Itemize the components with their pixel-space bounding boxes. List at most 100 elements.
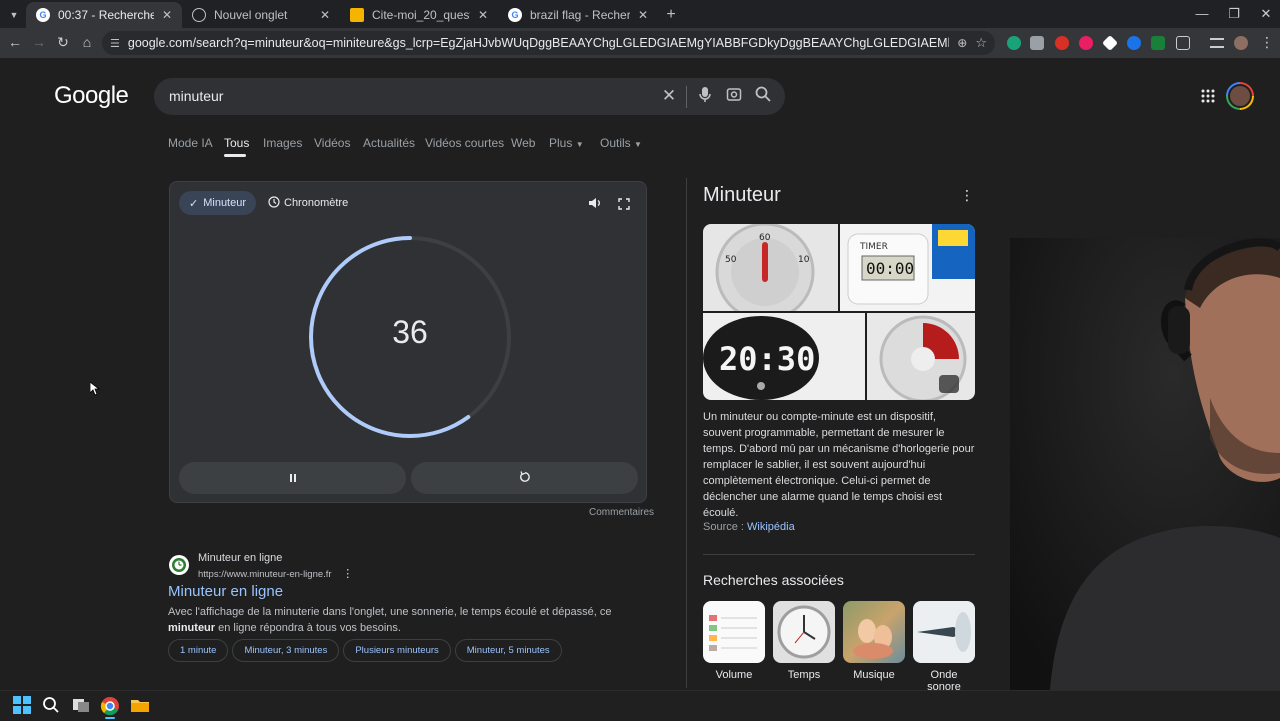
tab-images[interactable]: Images [263, 136, 302, 150]
sitelink-chip[interactable]: 1 minute [168, 639, 229, 662]
site-info-icon[interactable]: ☰ [110, 37, 120, 50]
slides-icon [350, 8, 364, 22]
related-item-onde-sonore[interactable]: Onde sonore [913, 601, 975, 693]
related-item-temps[interactable]: Temps [773, 601, 835, 681]
tab-plus-label: Plus [549, 136, 573, 150]
result-site-name[interactable]: Minuteur en ligne [198, 552, 282, 564]
clock-icon [268, 195, 280, 211]
timer-mode-chip[interactable]: ✓ Minuteur [179, 191, 257, 215]
profile-avatar-icon[interactable] [1234, 36, 1248, 50]
timer-widget: ✓ Minuteur Chronomètre 36 [169, 181, 647, 503]
close-icon[interactable]: ✕ [162, 8, 172, 22]
new-tab-button[interactable]: + [660, 2, 682, 28]
chrome-taskbar-icon[interactable] [100, 696, 120, 716]
search-box[interactable]: minuteur ✕ [154, 78, 785, 115]
extension-icon[interactable] [1151, 36, 1165, 50]
volume-icon[interactable] [588, 196, 602, 215]
related-thumb [773, 601, 835, 663]
search-icon[interactable] [753, 86, 773, 107]
google-logo[interactable]: Google [54, 82, 129, 110]
knowledge-panel-description: Un minuteur ou compte-minute est un disp… [703, 411, 975, 519]
media-controls-icon[interactable] [1210, 38, 1224, 48]
checkmark-icon: ✓ [189, 197, 199, 210]
result-title-link[interactable]: Minuteur en ligne [168, 583, 283, 600]
browser-tab-new[interactable]: Nouvel onglet ✕ [182, 2, 340, 28]
file-explorer-icon[interactable] [130, 696, 150, 716]
tab-outils[interactable]: Outils ▼ [600, 136, 642, 150]
extension-icon[interactable] [1030, 36, 1044, 50]
forward-icon[interactable]: → [30, 34, 48, 50]
tab-list-button[interactable]: ▼ [4, 2, 24, 28]
close-icon[interactable]: ✕ [638, 8, 648, 22]
sitelink-chip[interactable]: Minuteur, 5 minutes [454, 639, 562, 662]
more-options-icon[interactable]: ⋮ [342, 568, 353, 580]
home-icon[interactable]: ⌂ [78, 34, 96, 50]
extension-icon[interactable] [1055, 36, 1069, 50]
snippet-text: Avec l'affichage de la minuterie dans l'… [168, 606, 612, 618]
windows-start-icon[interactable] [13, 696, 33, 716]
knowledge-panel-images[interactable]: 60 50 10 00:00 TIMER 20:30 [703, 224, 975, 400]
image-led-timer[interactable]: 20:30 [703, 313, 865, 400]
more-options-icon[interactable]: ⋮ [960, 187, 974, 204]
apps-grid-icon[interactable] [1201, 89, 1215, 108]
extension-icon[interactable] [1102, 35, 1118, 51]
fullscreen-icon[interactable] [618, 197, 630, 215]
result-url[interactable]: https://www.minuteur-en-ligne.fr ⋮ [198, 567, 353, 580]
pause-button[interactable] [179, 462, 406, 494]
stopwatch-mode-chip[interactable]: Chronomètre [268, 191, 348, 215]
snippet-highlight: minuteur [168, 622, 216, 634]
image-kitchen-timer-white[interactable]: 60 50 10 [703, 224, 838, 311]
menu-kebab-icon[interactable]: ⋮ [1258, 34, 1276, 51]
taskbar-search-icon[interactable] [42, 696, 62, 716]
close-icon[interactable]: ✕ [320, 8, 330, 22]
extension-icon[interactable] [1127, 36, 1141, 50]
dropdown-arrow-icon: ▼ [575, 140, 584, 149]
google-favicon-icon: G [508, 8, 522, 22]
search-input[interactable]: minuteur [169, 88, 223, 104]
timer-ring: 36 [305, 232, 515, 442]
reload-icon[interactable]: ↻ [54, 34, 72, 51]
back-icon[interactable]: ← [6, 34, 24, 50]
tab-videos[interactable]: Vidéos [314, 136, 350, 150]
address-url[interactable]: google.com/search?q=minuteur&oq=miniteur… [128, 36, 949, 50]
extension-icon[interactable] [1007, 36, 1021, 50]
browser-tab-google-timer[interactable]: G 00:37 - Recherche Google ✕ [26, 2, 182, 28]
tab-web[interactable]: Web [511, 136, 535, 150]
tab-plus[interactable]: Plus ▼ [549, 136, 584, 150]
extension-icon[interactable] [1079, 36, 1093, 50]
tab-actualites[interactable]: Actualités [363, 136, 415, 150]
tab-tous[interactable]: Tous [224, 136, 249, 150]
feedback-link[interactable]: Commentaires [589, 507, 654, 518]
related-item-volume[interactable]: Volume [703, 601, 765, 681]
window-close-icon[interactable]: ✕ [1256, 6, 1276, 22]
related-searches-title: Recherches associées [703, 572, 844, 588]
address-bar[interactable]: ☰ google.com/search?q=minuteur&oq=minite… [102, 31, 995, 55]
svg-text:60: 60 [759, 233, 771, 243]
tab-videos-courtes[interactable]: Vidéos courtes [425, 136, 504, 150]
browser-tab-brazil[interactable]: G brazil flag - Recherche Google ✕ [498, 2, 658, 28]
sitelink-chip[interactable]: Minuteur, 3 minutes [232, 639, 340, 662]
source-link[interactable]: Wikipédia [747, 521, 795, 533]
image-red-dial-timer[interactable] [867, 313, 975, 400]
clear-icon[interactable]: ✕ [659, 86, 679, 106]
site-favicon[interactable] [169, 555, 189, 575]
knowledge-panel-source: Source : Wikipédia [703, 521, 795, 533]
result-url-text[interactable]: https://www.minuteur-en-ligne.fr [198, 569, 332, 580]
related-item-musique[interactable]: Musique [843, 601, 905, 681]
extensions-puzzle-icon[interactable] [1176, 36, 1190, 50]
reset-button[interactable] [411, 462, 638, 494]
lens-icon[interactable] [724, 86, 744, 107]
zoom-icon[interactable]: ⊕ [957, 36, 967, 50]
browser-tab-slides[interactable]: Cite-moi_20_questions_design... ✕ [340, 2, 498, 28]
globe-icon [192, 8, 206, 22]
microphone-icon[interactable] [695, 86, 715, 109]
minimize-icon[interactable]: — [1192, 6, 1212, 21]
account-avatar[interactable] [1226, 82, 1254, 110]
task-view-icon[interactable] [72, 696, 92, 716]
sitelink-chip[interactable]: Plusieurs minuteurs [343, 639, 451, 662]
bookmark-star-icon[interactable]: ☆ [975, 35, 987, 51]
tab-mode-ia[interactable]: Mode IA [168, 136, 213, 150]
maximize-icon[interactable]: ❐ [1224, 6, 1244, 22]
image-digital-timer[interactable]: 00:00 TIMER [840, 224, 975, 311]
close-icon[interactable]: ✕ [478, 8, 488, 22]
